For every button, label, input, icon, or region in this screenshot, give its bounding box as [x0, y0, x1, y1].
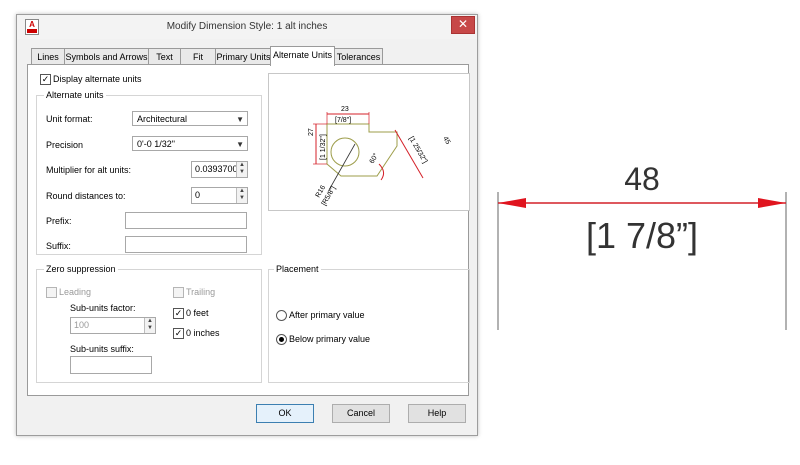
tab-tolerances[interactable]: Tolerances — [334, 48, 383, 65]
precision-value: 0'-0 1/32" — [137, 139, 175, 149]
prefix-input[interactable] — [125, 212, 247, 229]
multiplier-spinner[interactable]: ▲ ▼ — [236, 162, 247, 177]
zero-feet-checkbox[interactable]: ✓ — [173, 308, 184, 319]
preview-dim-45: 45 — [441, 136, 451, 146]
round-distances-value: 0 — [195, 190, 201, 200]
preview-alt-45: [1 25/32"] — [407, 136, 428, 165]
sub-units-factor-spinner[interactable]: ▲ ▼ — [144, 318, 155, 333]
multiplier-label: Multiplier for alt units: — [46, 165, 132, 175]
leading-checkbox[interactable] — [46, 287, 57, 298]
below-primary-label: Below primary value — [289, 334, 371, 344]
prefix-label: Prefix: — [46, 216, 72, 226]
chevron-down-icon: ▼ — [236, 140, 244, 149]
leading-label: Leading — [59, 287, 92, 297]
cancel-button[interactable]: Cancel — [332, 404, 390, 423]
zero-suppression-group-label: Zero suppression — [44, 264, 118, 274]
zero-feet-label: 0 feet — [186, 308, 209, 318]
precision-select[interactable]: 0'-0 1/32" ▼ — [132, 136, 248, 151]
suffix-label: Suffix: — [46, 241, 71, 251]
preview-part-outline — [326, 123, 398, 177]
right-arrowhead — [758, 198, 786, 208]
sub-units-suffix-label: Sub-units suffix: — [70, 344, 134, 354]
preview-dim-23: 23 — [341, 106, 349, 113]
sub-units-factor-value: 100 — [74, 320, 90, 330]
zero-inches-checkbox[interactable]: ✓ — [173, 328, 184, 339]
round-distances-label: Round distances to: — [46, 191, 126, 201]
after-primary-radio[interactable] — [276, 310, 287, 321]
example-dimension: 48 [1 7/8”] — [497, 161, 787, 330]
chevron-down-icon: ▼ — [236, 115, 244, 124]
preview-alt-23: [7/8"] — [335, 117, 351, 124]
preview-radius-leader — [328, 143, 356, 191]
preview-drawing: 27 [1 1/32"] 23 [7/8"] 45 [1 25/32"] 60°… — [308, 106, 451, 207]
close-button[interactable]: ✕ — [451, 16, 475, 34]
suffix-input[interactable] — [125, 236, 247, 253]
trailing-checkbox[interactable] — [173, 287, 184, 298]
preview-dim-27: 27 — [308, 128, 315, 136]
alternate-dimension-value: [1 7/8”] — [586, 215, 698, 256]
tab-primary-units[interactable]: Primary Units — [215, 48, 272, 65]
left-arrowhead — [498, 198, 526, 208]
round-distances-spinner[interactable]: ▲ ▼ — [236, 188, 247, 203]
sub-units-factor-label: Sub-units factor: — [70, 303, 136, 313]
below-primary-radio[interactable] — [276, 334, 287, 345]
display-alternate-units-label: Display alternate units — [53, 74, 142, 84]
preview-angle: 60° — [368, 152, 380, 165]
placement-group-label: Placement — [274, 264, 321, 274]
primary-dimension-value: 48 — [624, 161, 660, 197]
precision-label: Precision — [46, 140, 84, 150]
alternate-units-panel: ✓ Display alternate units Alternate unit… — [27, 64, 470, 396]
modify-dimension-style-dialog: A Modify Dimension Style: 1 alt inches ✕… — [16, 14, 478, 436]
unit-format-value: Architectural — [137, 114, 188, 124]
zero-inches-label: 0 inches — [186, 328, 220, 338]
unit-format-select[interactable]: Architectural ▼ — [132, 111, 248, 126]
after-primary-label: After primary value — [289, 310, 365, 320]
display-alternate-units-checkbox[interactable]: ✓ — [40, 74, 51, 85]
tab-fit[interactable]: Fit — [180, 48, 216, 65]
multiplier-value: 0.0393700 — [195, 164, 238, 174]
help-button[interactable]: Help — [408, 404, 466, 423]
tab-lines[interactable]: Lines — [31, 48, 65, 65]
trailing-label: Trailing — [186, 287, 216, 297]
placement-group — [268, 269, 470, 383]
ok-button[interactable]: OK — [256, 404, 314, 423]
alternate-units-group-label: Alternate units — [44, 90, 106, 100]
sub-units-suffix-input[interactable] — [70, 356, 152, 374]
dimension-preview: 27 [1 1/32"] 23 [7/8"] 45 [1 25/32"] 60°… — [268, 73, 470, 211]
tab-symbols-and-arrows[interactable]: Symbols and Arrows — [64, 48, 149, 65]
tab-text[interactable]: Text — [148, 48, 181, 65]
tab-alternate-units[interactable]: Alternate Units — [270, 46, 335, 66]
title-bar[interactable]: A Modify Dimension Style: 1 alt inches ✕ — [17, 15, 477, 39]
dialog-title: Modify Dimension Style: 1 alt inches — [166, 21, 328, 32]
preview-alt-27: [1 1/32"] — [320, 134, 327, 160]
unit-format-label: Unit format: — [46, 114, 93, 124]
